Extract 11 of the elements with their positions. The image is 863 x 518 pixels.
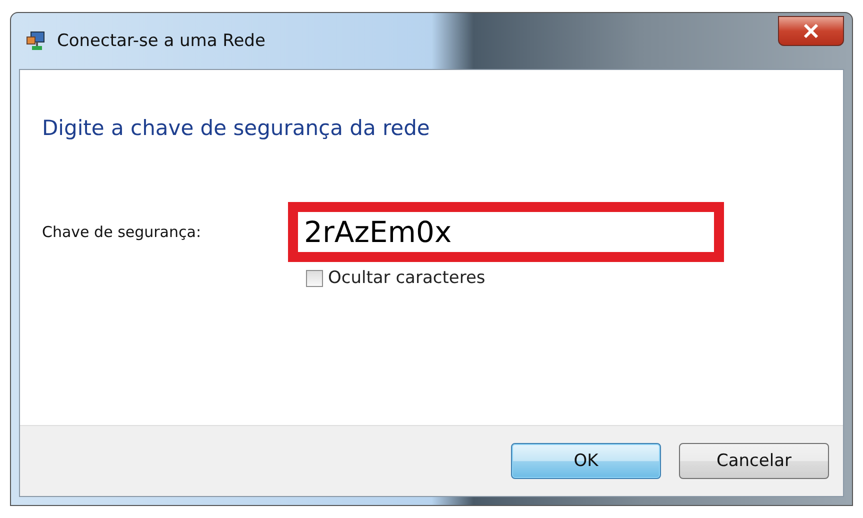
field-label: Chave de segurança:: [42, 223, 202, 241]
dialog-button[interactable]: Cancelar: [679, 443, 829, 479]
dialog-button[interactable]: OK: [511, 443, 661, 479]
window-title: Conectar-se a uma Rede: [57, 31, 266, 51]
close-button[interactable]: [778, 16, 844, 46]
network-icon: [25, 30, 47, 52]
close-icon: [803, 24, 819, 38]
dialog-heading: Digite a chave de segurança da rede: [42, 116, 431, 140]
security-key-field[interactable]: 2rAzEm0x: [288, 202, 724, 262]
checkbox[interactable]: [306, 270, 323, 286]
checkbox-label[interactable]: Ocultar caracteres: [328, 268, 486, 288]
